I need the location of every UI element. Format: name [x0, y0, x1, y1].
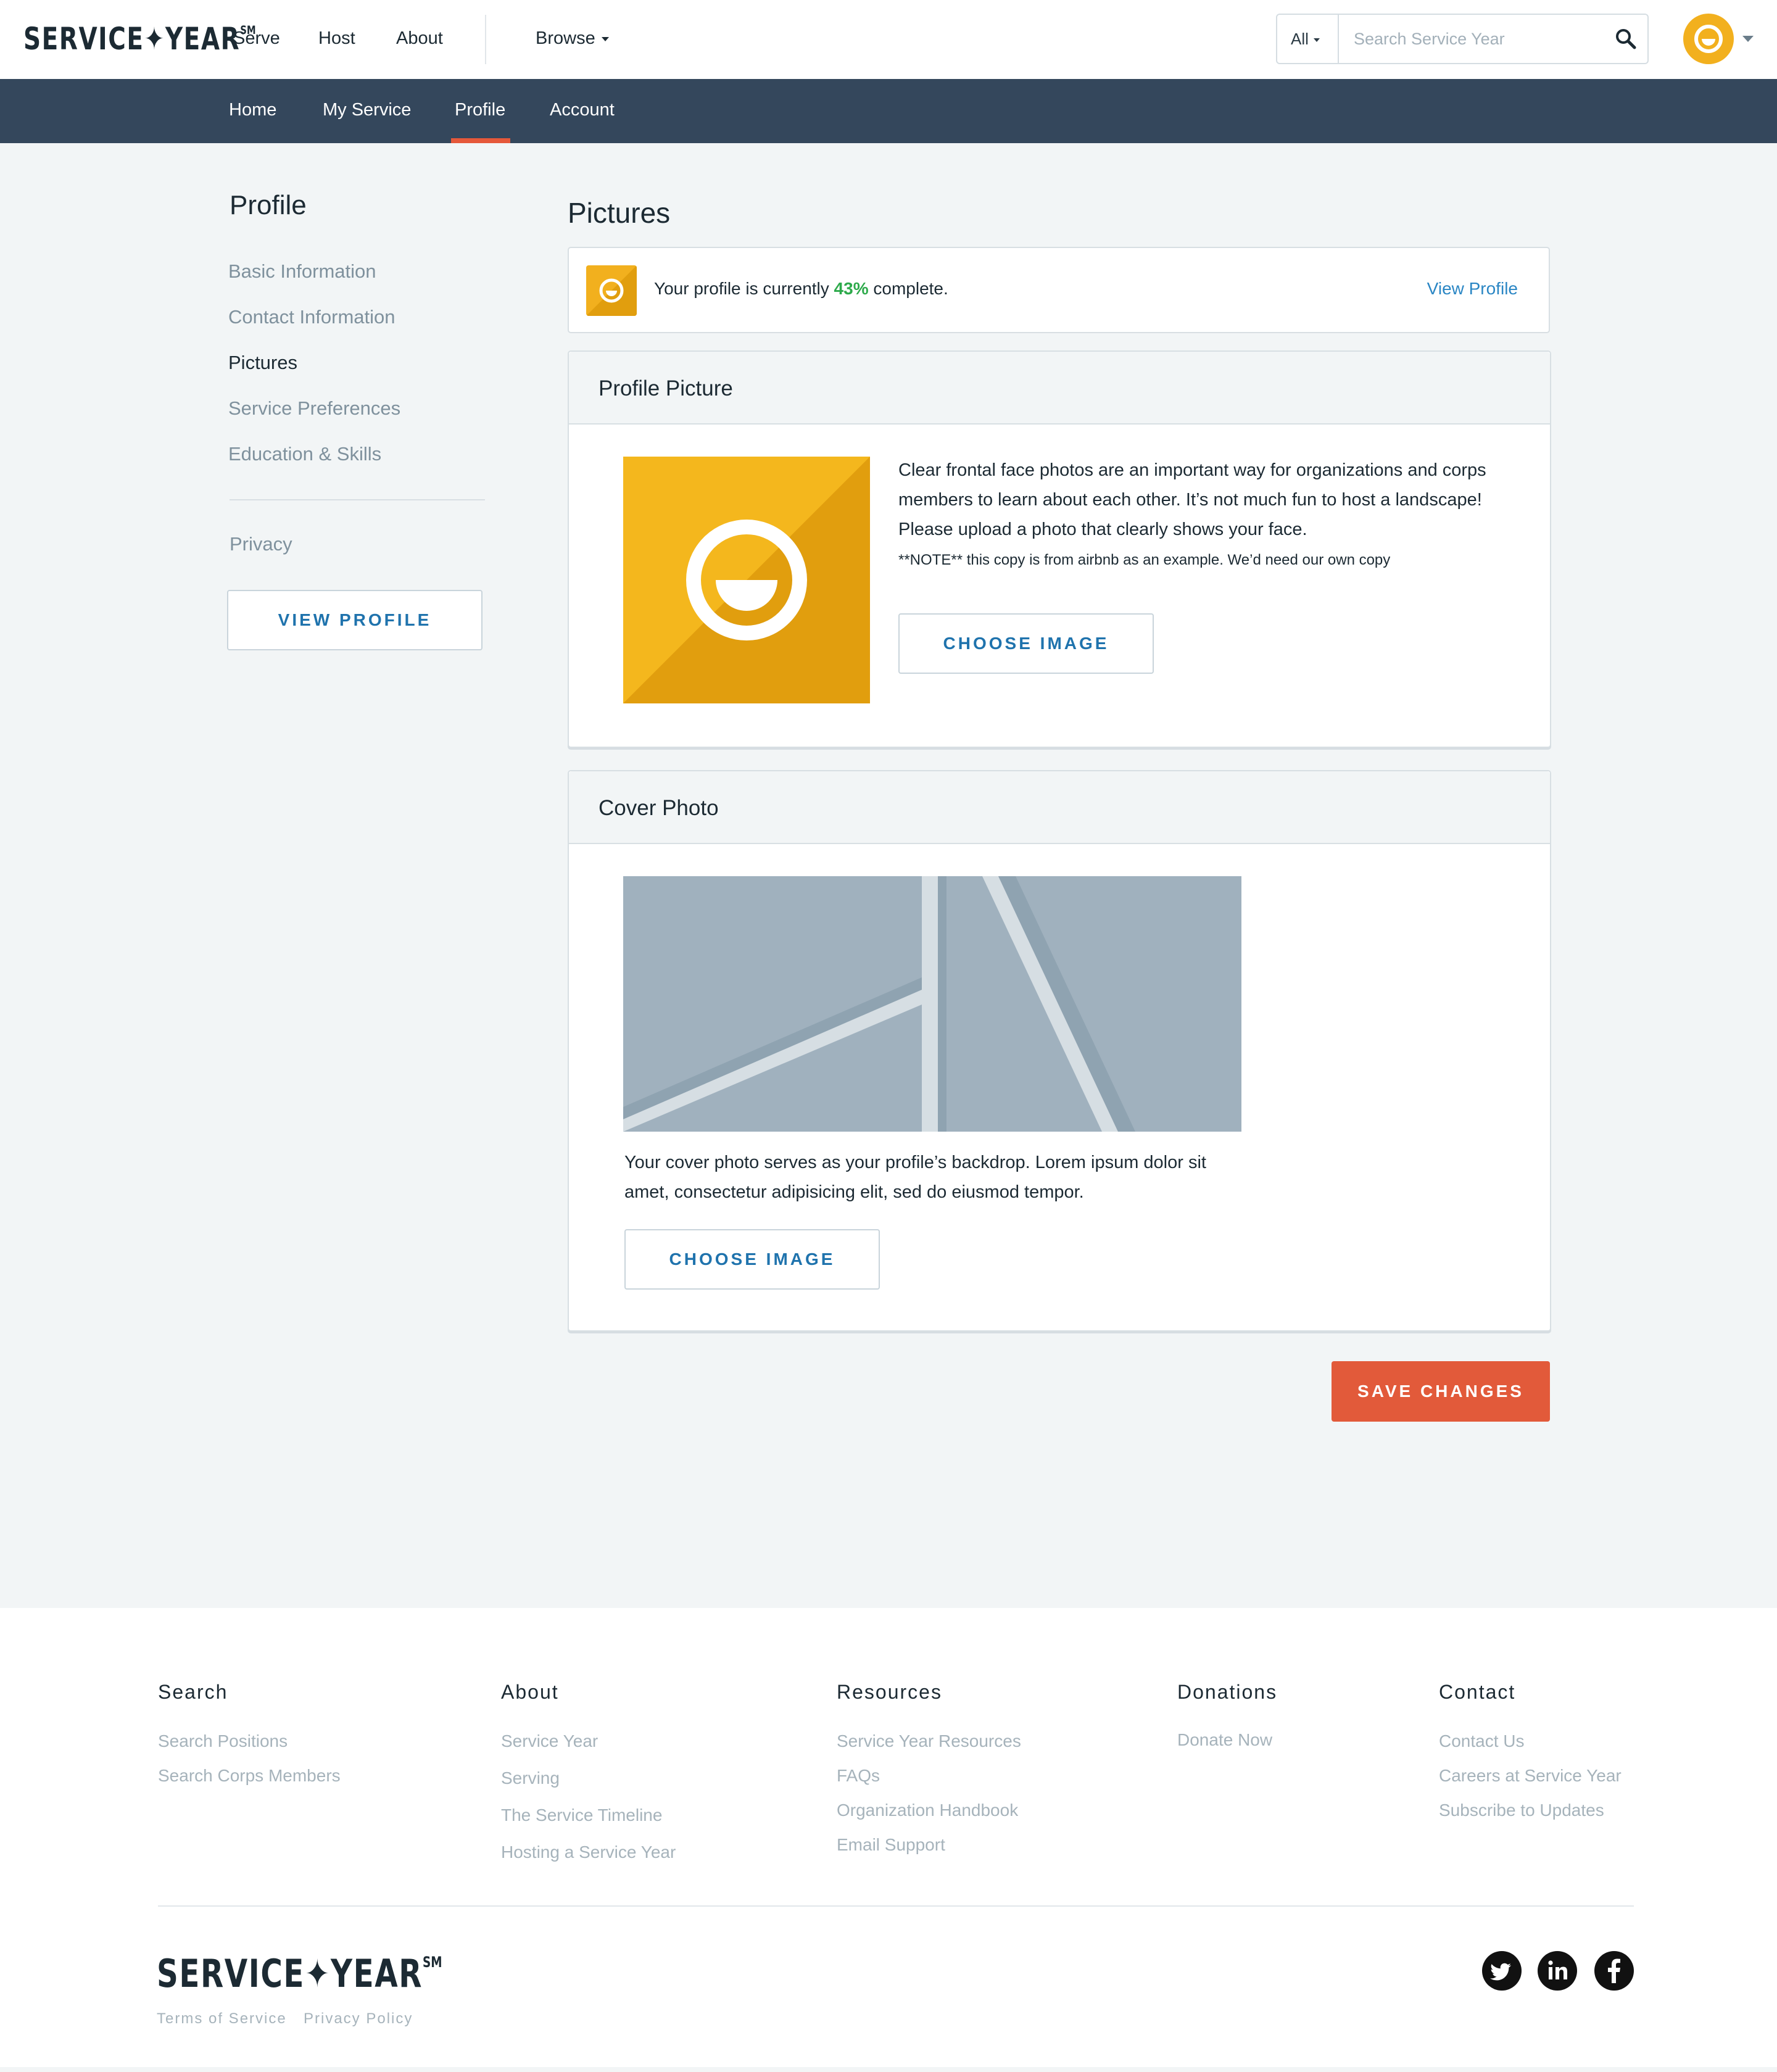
- footer-heading-resources: Resources: [837, 1681, 942, 1703]
- progress-prefix: Your profile is currently: [654, 279, 829, 298]
- logo-text: SERVICE✦YEAR: [23, 21, 241, 57]
- footer-link[interactable]: FAQs: [837, 1766, 880, 1786]
- footer-link[interactable]: The Service Timeline: [501, 1805, 662, 1825]
- footer-logo-service-mark: SM: [423, 1954, 442, 1971]
- cover-photo-description: Your cover photo serves as your profile’…: [624, 1153, 1206, 1202]
- view-profile-button[interactable]: VIEW PROFILE: [227, 590, 483, 650]
- footer-logo[interactable]: SERVICE✦YEARSM: [157, 1951, 442, 1996]
- nav-divider: [485, 15, 486, 64]
- subnav-home[interactable]: Home: [229, 100, 276, 120]
- footer-link[interactable]: Search Positions: [158, 1731, 288, 1751]
- search-scope-label: All: [1291, 30, 1309, 48]
- search-bar: All: [1276, 14, 1649, 64]
- footer-link[interactable]: Donate Now: [1177, 1730, 1272, 1750]
- facebook-icon[interactable]: [1594, 1951, 1634, 1991]
- footer-logo-text: SERVICE✦YEAR: [157, 1951, 423, 1996]
- linkedin-icon[interactable]: [1538, 1951, 1577, 1991]
- progress-percent: 43%: [834, 279, 869, 298]
- sidebar-item-privacy[interactable]: Privacy: [230, 533, 292, 555]
- page-bottom-strip: [0, 2067, 1777, 2072]
- top-header: SERVICE✦YEARSM Serve Host About Browse A…: [0, 0, 1777, 79]
- footer-link[interactable]: Service Year Resources: [837, 1731, 1021, 1751]
- footer-divider: [158, 1905, 1634, 1907]
- cover-photo-title: Cover Photo: [599, 796, 719, 820]
- footer-link[interactable]: Search Corps Members: [158, 1766, 341, 1786]
- footer-link[interactable]: Serving: [501, 1768, 560, 1788]
- footer-link[interactable]: Service Year: [501, 1731, 598, 1751]
- smiley-icon: [586, 265, 637, 316]
- save-changes-button[interactable]: SAVE CHANGES: [1332, 1361, 1550, 1422]
- chevron-down-icon[interactable]: [1742, 36, 1754, 42]
- profile-picture-title: Profile Picture: [599, 376, 733, 400]
- search-icon[interactable]: [1614, 27, 1638, 51]
- profile-picture-card: Profile Picture Clear frontal face photo…: [568, 350, 1551, 748]
- sidebar-item-pictures[interactable]: Pictures: [228, 352, 297, 374]
- profile-picture-description: Clear frontal face photos are an importa…: [898, 460, 1486, 539]
- nav-browse-dropdown[interactable]: Browse: [536, 28, 609, 49]
- cover-photo-card-header: Cover Photo: [569, 771, 1550, 844]
- profile-picture-preview: [623, 457, 870, 703]
- profile-picture-card-header: Profile Picture: [569, 352, 1550, 425]
- sidebar-item-contact-information[interactable]: Contact Information: [228, 306, 396, 328]
- chevron-down-icon: [1313, 38, 1320, 43]
- twitter-icon[interactable]: [1482, 1951, 1522, 1991]
- nav-host[interactable]: Host: [318, 28, 355, 49]
- progress-suffix: complete.: [873, 279, 948, 298]
- view-profile-link[interactable]: View Profile: [1427, 279, 1518, 299]
- sidebar-divider: [230, 499, 485, 500]
- image-placeholder-icon: [623, 876, 1241, 1132]
- footer-link[interactable]: Careers at Service Year: [1439, 1766, 1622, 1786]
- choose-profile-image-button[interactable]: CHOOSE IMAGE: [898, 613, 1154, 674]
- sidebar-title: Profile: [230, 190, 307, 220]
- cover-photo-preview: [623, 876, 1241, 1132]
- sub-navigation: Home My Service Profile Account: [0, 79, 1777, 143]
- footer-link[interactable]: Email Support: [837, 1835, 945, 1855]
- choose-cover-image-button[interactable]: CHOOSE IMAGE: [624, 1229, 880, 1290]
- search-scope-select[interactable]: All: [1277, 15, 1339, 63]
- footer-link[interactable]: Subscribe to Updates: [1439, 1801, 1604, 1820]
- smiley-icon: [1694, 25, 1723, 53]
- footer-heading-about: About: [501, 1681, 559, 1703]
- cover-photo-card: Cover Photo Your cover photo serves as y…: [568, 770, 1551, 1332]
- nav-serve[interactable]: Serve: [233, 28, 280, 49]
- footer-link[interactable]: Hosting a Service Year: [501, 1842, 676, 1862]
- search-input[interactable]: [1340, 15, 1599, 63]
- footer: Search Search Positions Search Corps Mem…: [0, 1608, 1777, 2072]
- subnav-my-service[interactable]: My Service: [323, 100, 411, 120]
- service-year-logo[interactable]: SERVICE✦YEARSM: [23, 21, 256, 57]
- footer-link[interactable]: Organization Handbook: [837, 1801, 1018, 1820]
- sidebar-item-service-preferences[interactable]: Service Preferences: [228, 397, 400, 420]
- active-tab-indicator: [451, 138, 510, 143]
- profile-progress-card: Your profile is currently 43% complete. …: [568, 247, 1550, 333]
- subnav-account[interactable]: Account: [550, 100, 615, 120]
- footer-heading-contact: Contact: [1439, 1681, 1516, 1703]
- footer-heading-search: Search: [158, 1681, 228, 1703]
- profile-picture-note: **NOTE** this copy is from airbnb as an …: [898, 552, 1391, 568]
- nav-browse-label: Browse: [536, 28, 595, 48]
- footer-link[interactable]: Contact Us: [1439, 1731, 1525, 1751]
- user-avatar[interactable]: [1683, 14, 1734, 64]
- privacy-policy-link[interactable]: Privacy Policy: [304, 2010, 413, 2028]
- page-title: Pictures: [568, 197, 671, 229]
- terms-of-service-link[interactable]: Terms of Service: [157, 2010, 287, 2028]
- footer-heading-donations: Donations: [1177, 1681, 1278, 1703]
- sidebar-item-education-skills[interactable]: Education & Skills: [228, 443, 381, 465]
- chevron-down-icon: [601, 36, 609, 41]
- profile-progress-text: Your profile is currently 43% complete.: [654, 279, 948, 299]
- subnav-profile[interactable]: Profile: [455, 100, 505, 120]
- sidebar-item-basic-information[interactable]: Basic Information: [228, 260, 376, 283]
- nav-about[interactable]: About: [396, 28, 443, 49]
- smiley-icon: [623, 457, 870, 703]
